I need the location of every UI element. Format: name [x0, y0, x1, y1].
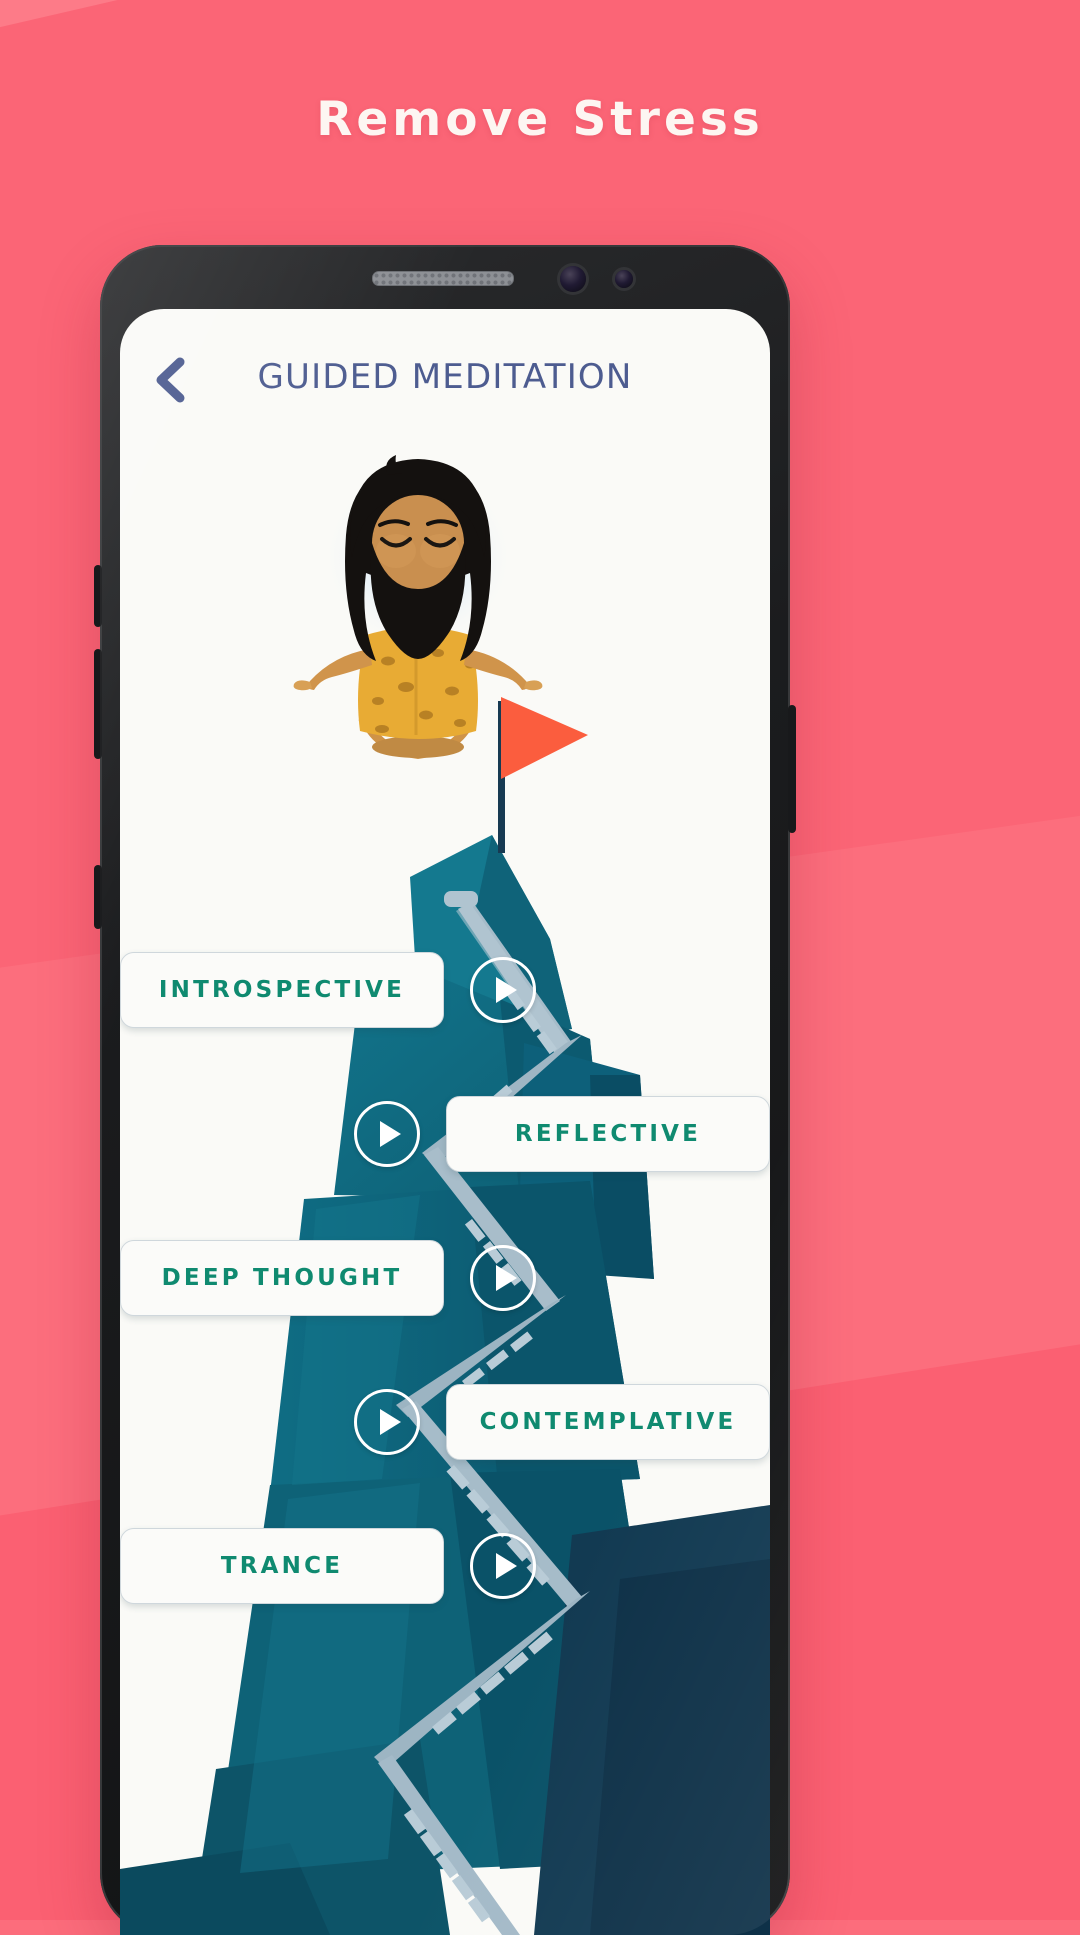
- meditation-row: DEEP THOUGHT: [120, 1235, 770, 1321]
- meditation-pill-trance[interactable]: TRANCE: [120, 1528, 444, 1604]
- play-icon: [495, 977, 517, 1003]
- play-button-trance[interactable]: [470, 1533, 536, 1599]
- power-button[interactable]: [788, 705, 796, 833]
- play-button-introspective[interactable]: [470, 957, 536, 1023]
- meditation-pill-contemplative[interactable]: CONTEMPLATIVE: [446, 1384, 770, 1460]
- play-button-deep-thought[interactable]: [470, 1245, 536, 1311]
- page-headline: Remove Stress: [316, 92, 764, 147]
- meditation-pill-introspective[interactable]: INTROSPECTIVE: [120, 952, 444, 1028]
- volume-up-button[interactable]: [94, 565, 102, 627]
- meditation-scene: INTROSPECTIVE REFLECTIVE DEEP THOUGHT CO…: [120, 439, 770, 1935]
- volume-down-button[interactable]: [94, 649, 102, 759]
- mountain-illustration: [120, 455, 770, 1935]
- meditation-label: DEEP THOUGHT: [161, 1265, 403, 1291]
- meditation-pill-deep-thought[interactable]: DEEP THOUGHT: [120, 1240, 444, 1316]
- iris-sensor-icon: [615, 270, 633, 288]
- meditation-row: INTROSPECTIVE: [120, 947, 770, 1033]
- meditation-pill-reflective[interactable]: REFLECTIVE: [446, 1096, 770, 1172]
- app-header: GUIDED MEDITATION: [120, 309, 770, 439]
- page-title: GUIDED MEDITATION: [257, 357, 633, 397]
- speaker-grille-icon: [372, 271, 514, 286]
- meditation-label: INTROSPECTIVE: [158, 977, 406, 1003]
- play-icon: [379, 1409, 401, 1435]
- play-button-contemplative[interactable]: [354, 1389, 420, 1455]
- assistant-button[interactable]: [94, 865, 102, 929]
- meditation-row: TRANCE: [120, 1523, 770, 1609]
- summit-flag-icon: [498, 697, 588, 853]
- meditation-label: REFLECTIVE: [514, 1121, 702, 1147]
- meditation-label: CONTEMPLATIVE: [479, 1409, 737, 1435]
- play-button-reflective[interactable]: [354, 1101, 420, 1167]
- meditation-label: TRANCE: [220, 1553, 344, 1579]
- play-icon: [495, 1553, 517, 1579]
- meditation-row: CONTEMPLATIVE: [120, 1379, 770, 1465]
- app-screen: GUIDED MEDITATION INTROSPECTIVE REFLECTI…: [120, 309, 770, 1935]
- meditation-row: REFLECTIVE: [120, 1091, 770, 1177]
- play-icon: [495, 1265, 517, 1291]
- front-camera-icon: [560, 266, 586, 292]
- phone-mockup: GUIDED MEDITATION INTROSPECTIVE REFLECTI…: [94, 245, 796, 1935]
- play-icon: [379, 1121, 401, 1147]
